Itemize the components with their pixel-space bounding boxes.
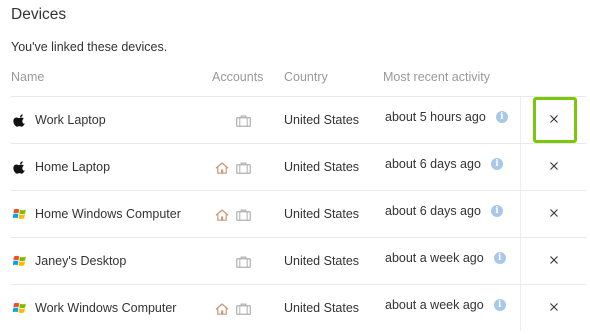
row-divider: [11, 237, 586, 238]
remove-device-button[interactable]: [520, 97, 587, 143]
windows-icon: [12, 207, 27, 221]
info-icon[interactable]: i: [493, 252, 506, 264]
info-icon[interactable]: i: [490, 158, 503, 170]
device-name: Janey's Desktop: [35, 254, 127, 268]
briefcase-icon: [236, 208, 251, 221]
table-row: Home Laptop United States about 6 days ago…: [0, 143, 590, 190]
device-activity: about 5 hours ago: [385, 110, 486, 124]
table-row: Home Windows Computer United States about …: [0, 190, 590, 237]
device-country: United States: [284, 207, 360, 221]
briefcase-icon: [236, 302, 251, 315]
briefcase-icon: [236, 255, 251, 268]
device-activity: about 6 days ago: [385, 157, 481, 171]
home-icon: [215, 161, 230, 174]
row-divider: [11, 143, 586, 144]
remove-device-button[interactable]: [520, 144, 587, 190]
column-header-name: Name: [11, 70, 45, 84]
apple-icon: [13, 113, 27, 127]
row-divider: [11, 284, 586, 285]
device-country: United States: [284, 301, 360, 315]
device-country: United States: [284, 113, 360, 127]
table-row: Janey's Desktop United States about a week…: [0, 237, 590, 284]
briefcase-icon: [236, 114, 251, 127]
device-activity: about a week ago: [385, 251, 484, 265]
device-activity: about 6 days ago: [385, 204, 481, 218]
table-row: Work Windows Computer United States about …: [0, 284, 590, 331]
device-country: United States: [284, 254, 360, 268]
device-name: Home Laptop: [35, 160, 111, 174]
windows-icon: [12, 254, 27, 268]
row-divider: [11, 96, 586, 97]
column-header-country: Country: [284, 70, 328, 84]
device-activity: about a week ago: [385, 298, 484, 312]
device-country: United States: [284, 160, 360, 174]
column-header-activity: Most recent activity: [383, 70, 490, 84]
apple-icon: [13, 160, 27, 174]
row-divider: [11, 190, 586, 191]
remove-device-button[interactable]: [520, 238, 587, 284]
briefcase-icon: [236, 161, 251, 174]
device-name: Home Windows Computer: [35, 207, 181, 221]
windows-icon: [12, 301, 27, 315]
home-icon: [215, 302, 230, 315]
device-name: Work Laptop: [35, 113, 106, 127]
info-icon[interactable]: i: [493, 299, 506, 311]
section-title: Devices: [11, 6, 67, 23]
info-icon[interactable]: i: [490, 205, 503, 217]
devices-panel: Devices You've linked these devices. Nam…: [0, 0, 590, 334]
device-name: Work Windows Computer: [35, 301, 177, 315]
column-header-accounts: Accounts: [212, 70, 264, 84]
remove-device-button[interactable]: [520, 191, 587, 237]
remove-device-button[interactable]: [520, 285, 587, 331]
home-icon: [215, 208, 230, 221]
table-row: Work Laptop United States about 5 hours ag…: [0, 96, 590, 143]
section-description: You've linked these devices.: [11, 40, 168, 54]
info-icon[interactable]: i: [495, 111, 508, 123]
